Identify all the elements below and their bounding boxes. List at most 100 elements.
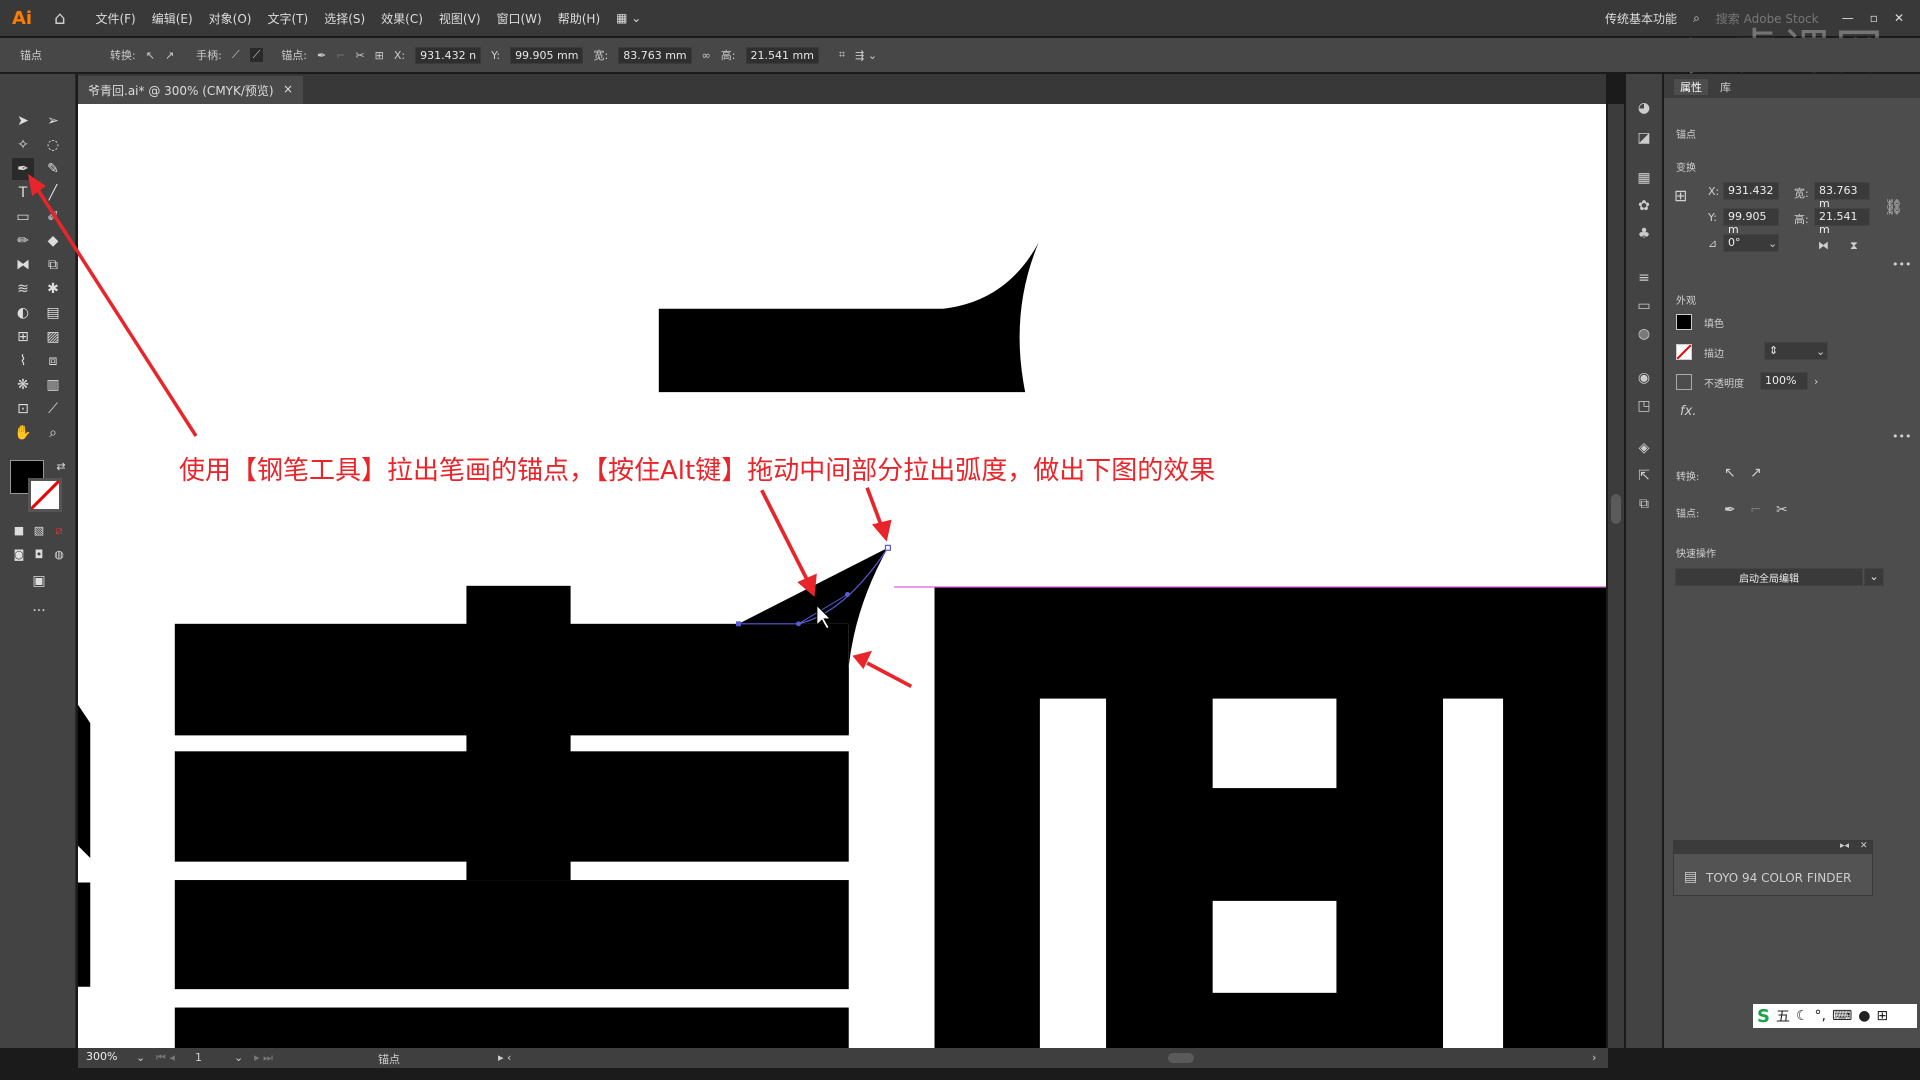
menu-window[interactable]: 窗口(W) [497, 10, 542, 27]
align-icon[interactable]: ⇶ ⌄ [855, 49, 877, 62]
vertical-scrollbar[interactable] [1608, 104, 1624, 1048]
graphic-styles-icon[interactable]: ◳ [1634, 398, 1654, 418]
x-field[interactable]: 931.432 n [415, 46, 482, 64]
remove-anchor-icon[interactable]: ✒ [317, 49, 326, 62]
artboard-canvas[interactable] [78, 104, 1606, 1048]
width-field[interactable]: 83.763 m [1814, 182, 1870, 210]
width-field[interactable]: 83.763 mm [618, 46, 692, 64]
color-guide-icon[interactable]: ◕ [1634, 100, 1654, 120]
flip-horizontal-icon[interactable]: ⧓ [1818, 239, 1829, 252]
fill-swatch[interactable] [1676, 314, 1692, 330]
draw-normal-icon[interactable]: ◙ [8, 544, 30, 566]
more-tools-icon[interactable]: ··· [28, 600, 50, 622]
menu-help[interactable]: 帮助(H) [558, 10, 600, 27]
constrain-proportions-icon[interactable]: ⛓ [1884, 198, 1903, 216]
user-icon[interactable]: ● [1858, 1008, 1870, 1024]
gradient-panel-icon[interactable]: ▭ [1634, 298, 1654, 318]
reference-point-icon[interactable]: ⊞ [1674, 186, 1687, 205]
menu-type[interactable]: 文字(T) [267, 10, 308, 27]
artboards-icon[interactable]: ⧉ [1634, 496, 1654, 516]
artboard-number[interactable]: 1 [195, 1051, 202, 1064]
gradient-mode-icon[interactable]: ▧ [28, 520, 50, 542]
toyo-color-finder-item[interactable]: TOYO 94 COLOR FINDER [1706, 871, 1851, 885]
none-mode-icon[interactable]: ⧄ [48, 520, 70, 542]
bottom-bar [0, 1068, 1920, 1080]
remove-anchor-icon[interactable]: ✒ [1724, 502, 1736, 518]
appearance-icon[interactable]: ◉ [1634, 370, 1654, 390]
draw-behind-icon[interactable]: ◘ [28, 544, 50, 566]
brushes-icon[interactable]: ✿ [1634, 198, 1654, 218]
zoom-level[interactable]: 300% [82, 1049, 122, 1066]
stroke-swatch[interactable] [28, 478, 62, 512]
collapse-icon[interactable]: ▸◂ [1840, 841, 1849, 851]
first-artboard-icon[interactable]: ⏮ ◂ [156, 1051, 175, 1065]
menu-effect[interactable]: 效果(C) [381, 10, 423, 27]
hide-handles-icon[interactable]: ⟋ [249, 48, 264, 62]
height-label: 高: [1794, 213, 1809, 226]
layers-icon[interactable]: ◈ [1634, 440, 1654, 460]
more-options-icon[interactable]: ••• [1892, 258, 1911, 271]
tab-properties[interactable]: 属性 [1674, 79, 1708, 95]
chevron-down-icon[interactable]: ⌄ [136, 1051, 145, 1064]
arrange-documents-icon[interactable]: ▦ ⌄ [616, 11, 641, 25]
y-field[interactable]: 99.905 m [1723, 208, 1779, 236]
symbols-icon[interactable]: ♣ [1634, 226, 1654, 246]
flip-vertical-icon[interactable]: ⧗ [1850, 239, 1858, 253]
menu-view[interactable]: 视图(V) [439, 10, 481, 27]
chevron-down-icon[interactable]: ⌄ [234, 1051, 243, 1064]
reference-point-icon[interactable]: ⊞ [375, 49, 384, 62]
convert-corner-icon[interactable]: ↖ [1724, 465, 1736, 481]
export-icon[interactable]: ⇱ [1634, 468, 1654, 488]
link-icon[interactable]: ∞ [702, 49, 711, 62]
cut-path-icon[interactable]: ✂ [1776, 502, 1788, 518]
height-field[interactable]: 21.541 mm [745, 46, 819, 64]
tab-libraries[interactable]: 库 [1720, 79, 1731, 95]
opacity-field[interactable]: 100% [1760, 372, 1808, 390]
status-menu-arrow-icon[interactable]: ▸ ‹ [498, 1051, 511, 1064]
color-mode-icon[interactable]: ■ [8, 520, 30, 542]
transparency-icon[interactable]: ◍ [1634, 326, 1654, 346]
ime-mode[interactable]: 五 [1776, 1006, 1790, 1026]
stroke-panel-icon[interactable]: ≡ [1634, 270, 1654, 290]
horizontal-scroll-thumb[interactable] [1168, 1053, 1194, 1063]
arrow-line [865, 487, 884, 528]
toolbox-icon[interactable]: ⊞ [1876, 1008, 1888, 1024]
cut-path-icon[interactable]: ✂ [355, 49, 364, 62]
chevron-down-icon[interactable]: ⌄ [1768, 237, 1777, 250]
close-panel-icon[interactable]: ✕ [1860, 841, 1868, 851]
right-char-hole [1443, 698, 1504, 1048]
screen-mode-icon[interactable]: ▣ [28, 570, 50, 592]
close-tab-button[interactable]: × [283, 82, 293, 98]
height-field[interactable]: 21.541 m [1814, 208, 1870, 236]
convert-smooth-icon[interactable]: ↗ [1750, 465, 1762, 481]
y-field[interactable]: 99.905 mm [510, 46, 584, 64]
left-edge-shape [78, 704, 91, 987]
chevron-right-icon[interactable]: › [1814, 375, 1818, 388]
menu-select[interactable]: 选择(S) [324, 10, 365, 27]
stroke-label[interactable]: 描边 [1704, 345, 1724, 360]
start-global-edit-button[interactable]: 启动全局编辑 [1675, 568, 1863, 586]
opacity-label[interactable]: 不透明度 [1704, 375, 1744, 390]
keyboard-icon[interactable]: ⌨ [1832, 1008, 1852, 1024]
draw-inside-icon[interactable]: ◍ [48, 544, 70, 566]
chevron-down-icon[interactable]: ⌄ [1864, 568, 1884, 586]
appearance-title: 外观 [1676, 296, 1696, 307]
show-handles-icon[interactable]: ⟋ [232, 48, 240, 62]
stroke-swatch[interactable] [1676, 344, 1692, 360]
isolate-icon[interactable]: ⌗ [839, 48, 845, 62]
last-artboard-icon[interactable]: ▸ ⏭ [254, 1051, 273, 1065]
more-options-icon[interactable]: ••• [1892, 430, 1911, 443]
document-info-icon[interactable]: ◪ [1634, 130, 1654, 150]
vertical-scroll-thumb[interactable] [1611, 494, 1621, 524]
anchor-point [884, 544, 892, 551]
fx-button[interactable]: fx. [1680, 404, 1696, 419]
half-width-icon[interactable]: ☾ [1796, 1008, 1809, 1024]
swap-colors-icon[interactable]: ⇄ [50, 456, 72, 478]
x-field[interactable]: 931.432 [1723, 182, 1779, 200]
libraries-icon[interactable]: ▦ [1634, 170, 1654, 190]
punctuation-icon[interactable]: °, [1815, 1008, 1826, 1024]
chevron-down-icon[interactable]: ⌄ [1816, 345, 1825, 358]
close-window-button[interactable]: ✕ [1894, 11, 1904, 25]
workspace-switcher[interactable]: 传统基本功能 [1605, 10, 1677, 27]
scroll-right-icon[interactable]: › [1592, 1051, 1596, 1064]
